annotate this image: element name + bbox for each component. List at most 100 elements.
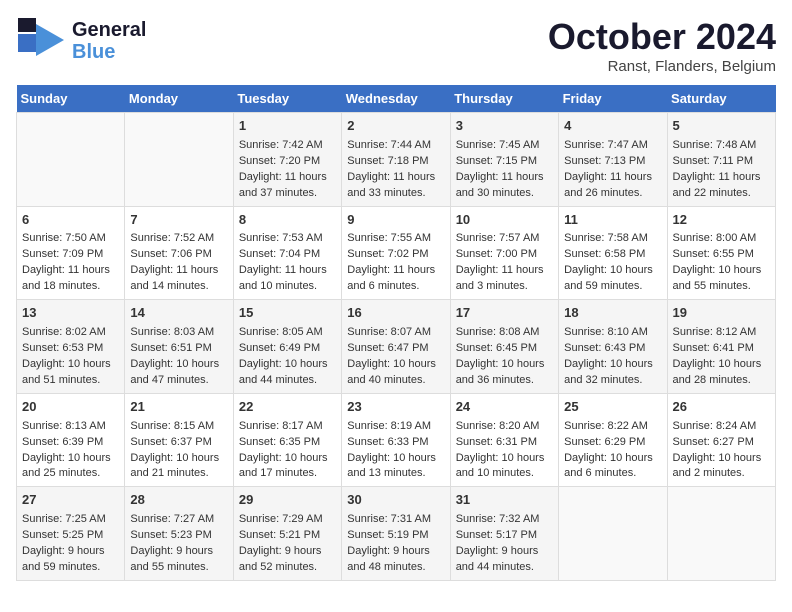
sunrise-text: Sunrise: 8:08 AM (456, 325, 553, 341)
daylight-text: Daylight: 10 hours and 17 minutes. (239, 451, 336, 483)
calendar-table: Sunday Monday Tuesday Wednesday Thursday… (16, 85, 776, 581)
table-row: 21Sunrise: 8:15 AMSunset: 6:37 PMDayligh… (125, 393, 233, 487)
table-row: 13Sunrise: 8:02 AMSunset: 6:53 PMDayligh… (17, 300, 125, 394)
sunset-text: Sunset: 6:53 PM (22, 341, 119, 357)
sunrise-text: Sunrise: 7:27 AM (130, 512, 227, 528)
table-row: 14Sunrise: 8:03 AMSunset: 6:51 PMDayligh… (125, 300, 233, 394)
sunrise-text: Sunrise: 7:45 AM (456, 138, 553, 154)
day-number: 27 (22, 491, 119, 510)
sunset-text: Sunset: 7:02 PM (347, 247, 444, 263)
daylight-text: Daylight: 9 hours and 52 minutes. (239, 544, 336, 576)
sunrise-text: Sunrise: 7:32 AM (456, 512, 553, 528)
logo-text-block: General Blue (72, 19, 146, 63)
table-row: 1Sunrise: 7:42 AMSunset: 7:20 PMDaylight… (233, 113, 341, 207)
table-row: 24 Sunrise: 8:20 AMSunset: 6:31 PMDayligh… (450, 393, 558, 487)
month-title: October 2024 (548, 16, 776, 58)
logo-blue: Blue (72, 41, 115, 63)
table-row: 30Sunrise: 7:31 AMSunset: 5:19 PMDayligh… (342, 487, 450, 581)
day-number: 14 (130, 304, 227, 323)
calendar-week-row: 6Sunrise: 7:50 AMSunset: 7:09 PMDaylight… (17, 206, 776, 300)
sunrise-text: Sunrise: 8:07 AM (347, 325, 444, 341)
sunset-text: Sunset: 6:29 PM (564, 435, 661, 451)
sunrise-text: Sunrise: 7:47 AM (564, 138, 661, 154)
table-row (17, 113, 125, 207)
table-row (559, 487, 667, 581)
sunrise-text: Sunrise: 8:20 AM (456, 419, 553, 435)
sunrise-text: Sunrise: 8:13 AM (22, 419, 119, 435)
sunrise-text: Sunrise: 7:52 AM (130, 231, 227, 247)
daylight-text: Daylight: 11 hours and 26 minutes. (564, 170, 661, 202)
day-number: 22 (239, 398, 336, 417)
sunrise-text: Sunrise: 8:00 AM (673, 231, 770, 247)
table-row: 25Sunrise: 8:22 AMSunset: 6:29 PMDayligh… (559, 393, 667, 487)
col-wednesday: Wednesday (342, 85, 450, 113)
sunset-text: Sunset: 6:43 PM (564, 341, 661, 357)
table-row: 11Sunrise: 7:58 AMSunset: 6:58 PMDayligh… (559, 206, 667, 300)
day-number: 11 (564, 211, 661, 230)
col-monday: Monday (125, 85, 233, 113)
sunrise-text: Sunrise: 7:42 AM (239, 138, 336, 154)
day-number: 15 (239, 304, 336, 323)
col-thursday: Thursday (450, 85, 558, 113)
sunrise-text: Sunrise: 8:12 AM (673, 325, 770, 341)
sunset-text: Sunset: 6:47 PM (347, 341, 444, 357)
daylight-text: Daylight: 11 hours and 14 minutes. (130, 263, 227, 295)
sunrise-text: Sunrise: 7:31 AM (347, 512, 444, 528)
table-row: 27Sunrise: 7:25 AMSunset: 5:25 PMDayligh… (17, 487, 125, 581)
sunset-text: Sunset: 5:17 PM (456, 528, 553, 544)
calendar-week-row: 27Sunrise: 7:25 AMSunset: 5:25 PMDayligh… (17, 487, 776, 581)
sunrise-text: Sunrise: 8:22 AM (564, 419, 661, 435)
sunset-text: Sunset: 6:45 PM (456, 341, 553, 357)
sunset-text: Sunset: 7:09 PM (22, 247, 119, 263)
sunset-text: Sunset: 6:39 PM (22, 435, 119, 451)
table-row: 7Sunrise: 7:52 AMSunset: 7:06 PMDaylight… (125, 206, 233, 300)
day-number: 18 (564, 304, 661, 323)
daylight-text: Daylight: 11 hours and 6 minutes. (347, 263, 444, 295)
table-row: 18Sunrise: 8:10 AMSunset: 6:43 PMDayligh… (559, 300, 667, 394)
sunrise-text: Sunrise: 8:24 AM (673, 419, 770, 435)
day-number: 30 (347, 491, 444, 510)
daylight-text: Daylight: 10 hours and 59 minutes. (564, 263, 661, 295)
table-row: 6Sunrise: 7:50 AMSunset: 7:09 PMDaylight… (17, 206, 125, 300)
table-row (667, 487, 775, 581)
daylight-text: Daylight: 9 hours and 44 minutes. (456, 544, 553, 576)
day-number: 26 (673, 398, 770, 417)
day-number: 1 (239, 117, 336, 136)
day-number: 13 (22, 304, 119, 323)
table-row: 16Sunrise: 8:07 AMSunset: 6:47 PMDayligh… (342, 300, 450, 394)
logo-mark (16, 16, 66, 66)
day-number: 7 (130, 211, 227, 230)
daylight-text: Daylight: 10 hours and 13 minutes. (347, 451, 444, 483)
sunrise-text: Sunrise: 7:29 AM (239, 512, 336, 528)
sunset-text: Sunset: 6:35 PM (239, 435, 336, 451)
day-number: 23 (347, 398, 444, 417)
col-friday: Friday (559, 85, 667, 113)
table-row: 23Sunrise: 8:19 AMSunset: 6:33 PMDayligh… (342, 393, 450, 487)
daylight-text: Daylight: 10 hours and 40 minutes. (347, 357, 444, 389)
table-row: 26Sunrise: 8:24 AMSunset: 6:27 PMDayligh… (667, 393, 775, 487)
daylight-text: Daylight: 10 hours and 10 minutes. (456, 451, 553, 483)
table-row: 8Sunrise: 7:53 AMSunset: 7:04 PMDaylight… (233, 206, 341, 300)
daylight-text: Daylight: 10 hours and 25 minutes. (22, 451, 119, 483)
day-number: 31 (456, 491, 553, 510)
day-number: 2 (347, 117, 444, 136)
sunrise-text: Sunrise: 8:03 AM (130, 325, 227, 341)
sunset-text: Sunset: 6:31 PM (456, 435, 553, 451)
sunset-text: Sunset: 6:49 PM (239, 341, 336, 357)
table-row: 10Sunrise: 7:57 AMSunset: 7:00 PMDayligh… (450, 206, 558, 300)
day-number: 12 (673, 211, 770, 230)
sunset-text: Sunset: 6:51 PM (130, 341, 227, 357)
calendar-week-row: 1 Sunrise: 7:42 AMSunset: 7:20 PM Daylight… (17, 113, 776, 207)
sunset-text: Sunset: 7:20 PM (239, 154, 336, 170)
sunset-text: Sunset: 7:04 PM (239, 247, 336, 263)
sunset-text: Sunset: 6:27 PM (673, 435, 770, 451)
day-number: 5 (673, 117, 770, 136)
day-number: 24 (456, 398, 553, 417)
sunset-text: Sunset: 7:15 PM (456, 154, 553, 170)
day-number: 10 (456, 211, 553, 230)
daylight-text: Daylight: 9 hours and 48 minutes. (347, 544, 444, 576)
daylight-text: Daylight: 10 hours and 44 minutes. (239, 357, 336, 389)
col-saturday: Saturday (667, 85, 775, 113)
sunrise-text: Sunrise: 7:44 AM (347, 138, 444, 154)
day-number: 6 (22, 211, 119, 230)
